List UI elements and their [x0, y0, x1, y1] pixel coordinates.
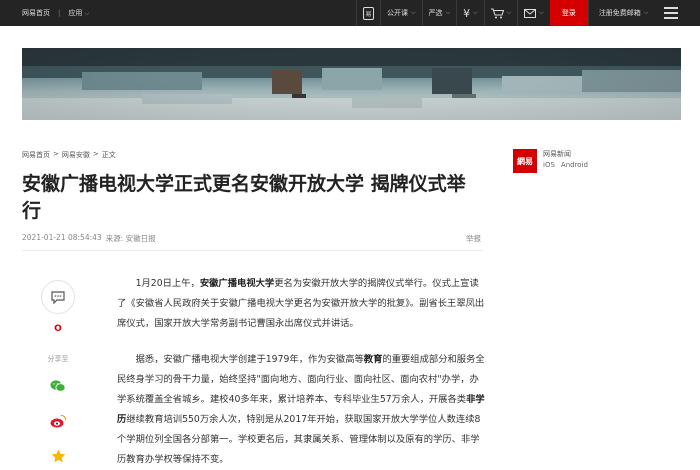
hamburger-menu-icon[interactable] [664, 7, 678, 19]
kaola-icon: 易 [363, 6, 374, 20]
chevron-down-icon: ⌵ [506, 9, 512, 16]
comment-icon [51, 290, 65, 304]
cart-menu[interactable]: ⌵ [483, 0, 518, 26]
breadcrumb-sep: > [53, 150, 59, 158]
yuan-icon: ¥ [463, 6, 471, 20]
top-nav-bar: 网易首页 | 应用 ⌵ 易 公开课 ⌵ 严选 ⌵ ¥ ⌵ ⌵ ⌵ 登录 注册免费… [0, 0, 700, 26]
top-nav-right: 易 公开课 ⌵ 严选 ⌵ ¥ ⌵ ⌵ ⌵ 登录 注册免费邮箱 ⌵ [356, 0, 658, 26]
breadcrumb: 网易首页 > 网易安徽 > 正文 [22, 150, 116, 160]
app-platforms: iOS Android [543, 160, 588, 171]
app-promo[interactable]: 網易 网易新闻 iOS Android [513, 149, 588, 173]
article-paragraph: 1月20日上午，安徽广播电视大学更名为安徽开放大学的揭牌仪式举行。仪式上宣读了《… [117, 274, 485, 334]
share-sidebar: O 分享至 [40, 280, 76, 469]
ios-link[interactable]: iOS [543, 160, 555, 171]
divider [22, 250, 483, 251]
login-label: 登录 [561, 9, 576, 17]
comment-button[interactable] [41, 280, 75, 314]
apps-menu[interactable]: 应用 ⌵ [68, 8, 89, 18]
article-paragraph: 据悉，安徽广播电视大学创建于1979年，作为安徽高等教育的重要组成部分和服务全民… [117, 350, 485, 470]
text: 继续教育培训550万余人次，特别是从2017年开始，获取国家开放大学学位人数连续… [117, 414, 481, 465]
top-nav-left: 网易首页 | 应用 ⌵ [22, 0, 89, 26]
chevron-down-icon: ⌵ [84, 10, 90, 17]
yanxuan-label: 严选 [428, 9, 443, 17]
weibo-share-button[interactable] [45, 408, 71, 434]
breadcrumb-current: 正文 [101, 151, 116, 159]
apps-label: 应用 [68, 9, 83, 17]
wechat-icon [50, 380, 66, 392]
mail-icon [524, 8, 537, 18]
chevron-down-icon: ⌵ [445, 9, 451, 16]
text: 1月20日上午， [135, 278, 200, 289]
article-title: 安徽广播电视大学正式更名安徽开放大学 揭牌仪式举行 [22, 173, 466, 222]
keyword-link[interactable]: 教育 [364, 354, 383, 365]
article-source[interactable]: 来源: 安徽日报 [106, 233, 156, 244]
article-meta: 2021-01-21 08:54:43 来源: 安徽日报 [22, 233, 156, 244]
netease-o-icon[interactable]: O [54, 324, 62, 334]
open-course-link[interactable]: 公开课 ⌵ [380, 0, 422, 26]
mail-menu[interactable]: ⌵ [517, 0, 550, 26]
chevron-down-icon: ⌵ [539, 9, 544, 16]
chevron-down-icon: ⌵ [411, 9, 416, 16]
divider: | [58, 9, 61, 17]
breadcrumb-sep: > [92, 150, 99, 158]
qzone-share-button[interactable] [45, 443, 71, 469]
weibo-icon [50, 414, 66, 428]
article-body: 1月20日上午，安徽广播电视大学更名为安徽开放大学的揭牌仪式举行。仪式上宣读了《… [117, 274, 485, 470]
pay-menu[interactable]: ¥ ⌵ [456, 0, 484, 26]
kaola-link[interactable]: 易 [356, 0, 380, 26]
keyword-link[interactable]: 安徽广播电视大学 [200, 278, 274, 289]
banner-image [22, 48, 681, 120]
report-link[interactable]: 举报 [466, 233, 481, 244]
chevron-down-icon: ⌵ [643, 9, 649, 16]
cart-icon [490, 8, 504, 18]
app-promo-text: 网易新闻 iOS Android [543, 149, 588, 171]
login-button[interactable]: 登录 [549, 0, 588, 26]
yanxuan-link[interactable]: 严选 ⌵ [421, 0, 457, 26]
netease-home-link[interactable]: 网易首页 [22, 8, 50, 18]
open-course-label: 公开课 [387, 9, 408, 17]
app-name: 网易新闻 [543, 150, 571, 158]
chevron-down-icon: ⌵ [473, 9, 478, 16]
breadcrumb-anhui[interactable]: 网易安徽 [62, 150, 90, 160]
android-link[interactable]: Android [561, 160, 588, 171]
register-label: 注册免费邮箱 [598, 9, 641, 17]
wechat-share-button[interactable] [45, 373, 71, 399]
register-mail-link[interactable]: 注册免费邮箱 ⌵ [587, 0, 659, 26]
publish-datetime: 2021-01-21 08:54:43 [22, 233, 102, 242]
share-label: 分享至 [47, 355, 69, 363]
text: 据悉，安徽广播电视大学创建于1979年，作为安徽高等 [135, 354, 364, 365]
star-icon [51, 449, 65, 463]
netease-news-logo: 網易 [513, 149, 537, 173]
breadcrumb-home[interactable]: 网易首页 [22, 150, 50, 160]
